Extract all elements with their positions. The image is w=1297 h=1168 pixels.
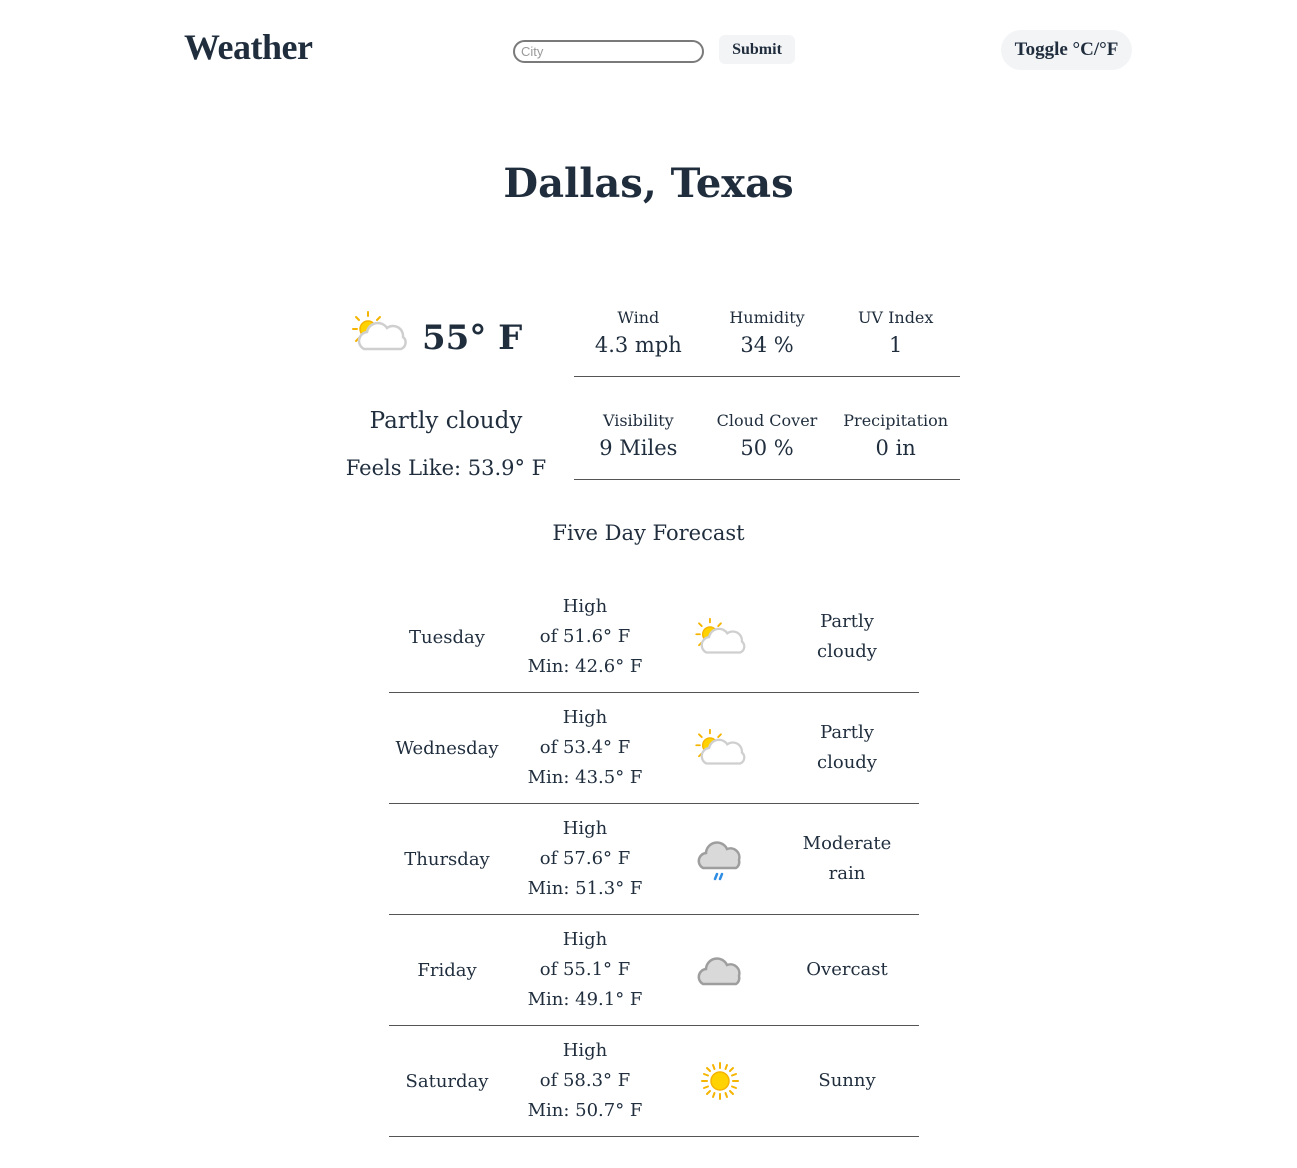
feels-like: Feels Like: 53.9° F: [345, 456, 547, 480]
forecast-min: Min: 42.6° F: [527, 656, 643, 677]
forecast-high-label: High: [562, 1040, 608, 1061]
forecast-min: Min: 49.1° F: [527, 989, 643, 1010]
stat-label: Cloud Cover: [716, 411, 818, 430]
stat-label: Precipitation: [843, 411, 949, 430]
forecast-day: Friday: [417, 959, 477, 981]
stat-label: Visibility: [602, 411, 674, 430]
forecast-temps: High of 53.4° F Min: 43.5° F: [505, 703, 665, 793]
forecast-row: Thursday High of 57.6° F Min: 51.3° F Mo…: [389, 804, 919, 915]
stat-value: 1: [888, 333, 903, 357]
forecast-title: Five Day Forecast: [552, 521, 745, 545]
current-condition: Partly cloudy: [369, 408, 523, 434]
forecast-day: Saturday: [405, 1070, 489, 1092]
forecast-condition-line: Overcast: [806, 959, 888, 980]
forecast-high-label: High: [562, 707, 608, 728]
stat-value: 0 in: [875, 436, 916, 460]
stat-label: Humidity: [729, 308, 805, 327]
rain-cloud-icon: [665, 836, 775, 882]
forecast-table: Tuesday High of 51.6° F Min: 42.6° F Par…: [389, 582, 919, 1137]
forecast-condition: Partly cloudy: [775, 718, 919, 778]
forecast-day: Wednesday: [395, 737, 499, 759]
forecast-temps: High of 58.3° F Min: 50.7° F: [505, 1036, 665, 1126]
city-search-input[interactable]: [513, 40, 704, 63]
partly-cloudy-icon: [665, 727, 775, 769]
stat-cloud-cover: Cloud Cover 50 %: [703, 409, 832, 479]
stat-value: 50 %: [740, 436, 794, 460]
forecast-temps: High of 57.6° F Min: 51.3° F: [505, 814, 665, 904]
stats-row-2: Visibility 9 Miles Cloud Cover 50 % Prec…: [574, 409, 960, 480]
forecast-condition-line: Sunny: [818, 1070, 876, 1091]
unit-toggle-button[interactable]: Toggle °C/°F: [1001, 30, 1132, 70]
forecast-condition: Overcast: [775, 955, 919, 985]
forecast-condition: Moderate rain: [775, 829, 919, 889]
stat-visibility: Visibility 9 Miles: [574, 409, 703, 479]
forecast-min: Min: 51.3° F: [527, 878, 643, 899]
forecast-high-value: of 51.6° F: [539, 626, 631, 647]
forecast-day: Thursday: [404, 848, 490, 870]
forecast-row: Friday High of 55.1° F Min: 49.1° F Over…: [389, 915, 919, 1026]
forecast-row: Wednesday High of 53.4° F Min: 43.5° F P…: [389, 693, 919, 804]
forecast-condition-line: Partly: [820, 722, 874, 743]
stat-precipitation: Precipitation 0 in: [831, 409, 960, 479]
forecast-condition-line: cloudy: [817, 641, 877, 662]
current-temperature: 55° F: [422, 318, 523, 358]
overcast-cloud-icon: [665, 952, 775, 988]
forecast-condition-line: rain: [828, 863, 866, 884]
stat-value: 9 Miles: [599, 436, 678, 460]
forecast-day: Tuesday: [409, 626, 485, 648]
stat-wind: Wind 4.3 mph: [574, 306, 703, 376]
submit-button[interactable]: Submit: [719, 35, 795, 64]
forecast-high-value: of 58.3° F: [539, 1070, 631, 1091]
stats-row-1: Wind 4.3 mph Humidity 34 % UV Index 1: [574, 306, 960, 377]
city-title: Dallas, Texas: [503, 160, 794, 207]
forecast-min: Min: 43.5° F: [527, 767, 643, 788]
forecast-condition: Partly cloudy: [775, 607, 919, 667]
stat-label: Wind: [617, 308, 660, 327]
sun-icon: [665, 1061, 775, 1101]
forecast-condition: Sunny: [775, 1066, 919, 1096]
stat-uv-index: UV Index 1: [831, 306, 960, 376]
forecast-temps: High of 51.6° F Min: 42.6° F: [505, 592, 665, 682]
forecast-high-value: of 55.1° F: [539, 959, 631, 980]
forecast-temps: High of 55.1° F Min: 49.1° F: [505, 925, 665, 1015]
forecast-condition-line: Partly: [820, 611, 874, 632]
forecast-min: Min: 50.7° F: [527, 1100, 643, 1121]
forecast-high-label: High: [562, 818, 608, 839]
stat-humidity: Humidity 34 %: [703, 306, 832, 376]
forecast-high-label: High: [562, 596, 608, 617]
partly-cloudy-icon: [350, 309, 408, 355]
forecast-row: Tuesday High of 51.6° F Min: 42.6° F Par…: [389, 582, 919, 693]
partly-cloudy-icon: [665, 616, 775, 658]
header: Weather Submit Toggle °C/°F: [0, 0, 1297, 100]
forecast-condition-line: cloudy: [817, 752, 877, 773]
stat-value: 34 %: [740, 333, 794, 357]
stat-label: UV Index: [857, 308, 934, 327]
stat-value: 4.3 mph: [594, 333, 682, 357]
forecast-high-value: of 53.4° F: [539, 737, 631, 758]
forecast-high-value: of 57.6° F: [539, 848, 631, 869]
forecast-row: Saturday High of 58.3° F Min: 50.7° F Su…: [389, 1026, 919, 1137]
app-logo[interactable]: Weather: [184, 26, 313, 68]
forecast-condition-line: Moderate: [802, 833, 892, 854]
forecast-high-label: High: [562, 929, 608, 950]
